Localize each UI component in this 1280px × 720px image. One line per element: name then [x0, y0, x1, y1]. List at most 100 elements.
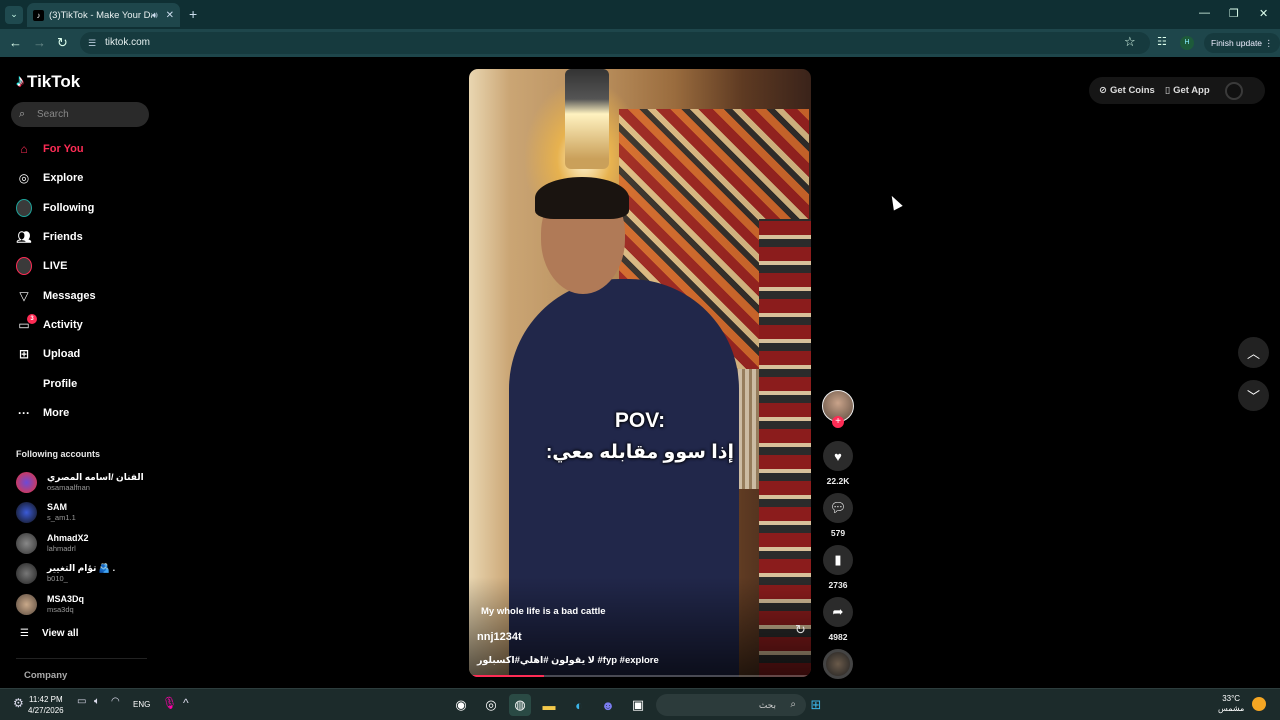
app-obs-icon[interactable]: ◎ — [480, 694, 502, 716]
account-name: AhmadX2 — [47, 533, 89, 543]
menu-label: Friends — [43, 231, 83, 243]
profile-avatar[interactable]: H — [1180, 36, 1194, 50]
menu-upload[interactable]: ⊞ Upload — [16, 343, 156, 365]
account-handle: osamaalfnan — [47, 483, 90, 492]
view-all-button[interactable]: ☰ View all — [20, 628, 78, 639]
volume-icon[interactable]: 🔈︎ — [94, 696, 100, 707]
settings-gear-icon[interactable]: ⚙ — [13, 696, 24, 710]
video-description[interactable]: لا يقولون #اهلي#اكسبلور #fyp #explore — [477, 655, 659, 666]
video-loop-icon[interactable]: ↻ — [795, 622, 806, 638]
browser-tab[interactable]: ♪ (3)TikTok - Make Your Day 🔊︎ ✕ — [27, 3, 180, 27]
following-avatar-icon — [16, 199, 32, 217]
wifi-icon[interactable]: ◠ — [111, 696, 120, 707]
more-icon: ··· — [18, 406, 30, 420]
search-placeholder: Search — [37, 109, 69, 120]
forward-icon[interactable]: → — [33, 35, 46, 50]
view-all-label: View all — [41, 628, 79, 639]
following-account-item[interactable]: الفنان /اسامه المصري osamaalfnan — [16, 469, 156, 495]
finish-update-button[interactable]: Finish update ⋮ — [1204, 33, 1280, 53]
account-handle: lahmadrl — [47, 544, 76, 553]
url-field[interactable]: ☰ tiktok.com — [80, 32, 1150, 54]
tray-chevron-up-icon[interactable]: ^ — [183, 696, 189, 710]
menu-explore[interactable]: ◎ Explore — [16, 167, 156, 189]
menu-following[interactable]: Following — [16, 197, 156, 219]
menu-profile[interactable]: Profile — [16, 373, 156, 395]
speaker-icon[interactable]: 🔊︎ — [152, 10, 158, 21]
comment-button[interactable]: 💬︎ — [823, 493, 853, 523]
sound-disc-icon[interactable] — [823, 649, 853, 679]
following-account-item[interactable]: SAM s_am1.1 — [16, 499, 156, 525]
menu-friends[interactable]: 👥︎ Friends — [16, 226, 156, 248]
get-app-button[interactable]: ▯ Get App — [1165, 85, 1210, 96]
site-info-icon[interactable]: ☰ — [88, 32, 96, 54]
bookmark-star-icon[interactable]: ☆ — [1124, 34, 1136, 50]
user-avatar[interactable] — [1224, 81, 1243, 100]
menu-label: Following — [43, 202, 95, 214]
phone-icon: ▯ — [1164, 85, 1171, 96]
app-chrome-icon[interactable]: ◍ — [509, 694, 531, 716]
minimize-icon[interactable]: — — [1199, 7, 1210, 19]
tiktok-note-icon: ♪ — [16, 73, 24, 90]
taskbar-search-icon: ⌕ — [790, 699, 796, 710]
weather-condition: مشمس — [1218, 704, 1245, 713]
share-arrow-icon: ➦ — [832, 604, 844, 619]
profile-icon — [16, 376, 32, 392]
back-icon[interactable]: ← — [9, 35, 22, 50]
menu-activity[interactable]: ▭ 3 Activity — [16, 314, 156, 336]
menu-label: Explore — [43, 172, 84, 184]
taskbar-search-placeholder: بحث — [758, 700, 776, 710]
activity-icon: ▭ 3 — [16, 314, 37, 333]
taskbar-clock[interactable]: 11:42 PM 4/27/2026 — [28, 694, 64, 716]
logo-text: TikTok — [27, 72, 81, 91]
reload-icon[interactable]: ↻ — [57, 35, 68, 51]
search-input[interactable]: ⌕ Search — [11, 102, 149, 127]
video-person-hair — [535, 177, 629, 219]
tab-search-dropdown-icon[interactable]: ⌄ — [5, 5, 23, 24]
microphone-icon[interactable]: 🎙︎ — [162, 696, 177, 710]
tiktok-logo[interactable]: ♪ TikTok — [16, 72, 80, 92]
menu-for-you[interactable]: ⌂ For You — [16, 138, 156, 160]
home-icon: ⌂ — [20, 142, 28, 156]
video-author[interactable]: nnj1234t — [477, 631, 522, 643]
weather-widget[interactable]: 33°C مشمس — [1218, 694, 1244, 714]
get-coins-label: Get Coins — [1109, 85, 1155, 96]
save-count: 2736 — [828, 580, 848, 590]
language-indicator[interactable]: ENG — [133, 700, 150, 709]
live-avatar-icon — [16, 257, 32, 275]
save-button[interactable]: ▮ — [823, 545, 853, 575]
following-account-item[interactable]: تؤام التغيير 🫂 . b010_ — [16, 560, 156, 586]
account-avatar — [16, 593, 37, 615]
reading-list-icon[interactable]: ☷ — [1157, 35, 1167, 48]
app-discord-icon[interactable]: ☻ — [597, 694, 619, 716]
follow-plus-icon[interactable]: + — [832, 416, 844, 428]
share-button[interactable]: ➦ — [823, 597, 853, 627]
windows-start-icon[interactable]: ⊞ — [805, 694, 827, 716]
next-video-button[interactable]: ﹀ — [1238, 380, 1269, 411]
company-link[interactable]: Company — [24, 670, 67, 681]
video-player[interactable]: POV: إذا سوو مقابله معي: My whole life i… — [469, 69, 811, 677]
finish-update-label: Finish update — [1211, 38, 1263, 48]
app-steam-icon[interactable]: ◉ — [450, 694, 472, 716]
taskbar-search-box[interactable]: بحث ⌕ — [656, 694, 806, 716]
menu-label: Activity — [43, 319, 83, 331]
following-account-item[interactable]: AhmadX2 lahmadrl — [16, 530, 156, 556]
search-icon: ⌕ — [19, 108, 26, 120]
new-tab-icon[interactable]: + — [189, 6, 197, 22]
menu-messages[interactable]: ▽ Messages — [16, 285, 156, 307]
app-edge-icon[interactable]: ◐ — [568, 694, 590, 716]
close-window-icon[interactable]: ✕ — [1259, 7, 1268, 20]
app-file-explorer-icon[interactable]: ▬ — [538, 694, 560, 716]
previous-video-button[interactable]: ︿ — [1238, 337, 1269, 368]
following-account-item[interactable]: MSA3Dq msa3dq — [16, 591, 156, 617]
menu-label: More — [43, 407, 70, 419]
close-tab-icon[interactable]: ✕ — [166, 10, 174, 21]
get-coins-button[interactable]: ⊘ Get Coins — [1099, 85, 1155, 96]
menu-more[interactable]: ··· More — [16, 402, 156, 424]
battery-icon[interactable]: ▭ — [77, 696, 86, 707]
video-progress-bar[interactable] — [469, 675, 811, 677]
app-task-view-icon[interactable]: ▣ — [627, 694, 649, 716]
menu-live[interactable]: LIVE — [16, 255, 156, 277]
top-right-actions: ⊘ Get Coins ▯ Get App — [1089, 77, 1265, 104]
like-button[interactable]: ♥ — [823, 441, 853, 471]
restore-icon[interactable]: ❐ — [1229, 7, 1239, 20]
